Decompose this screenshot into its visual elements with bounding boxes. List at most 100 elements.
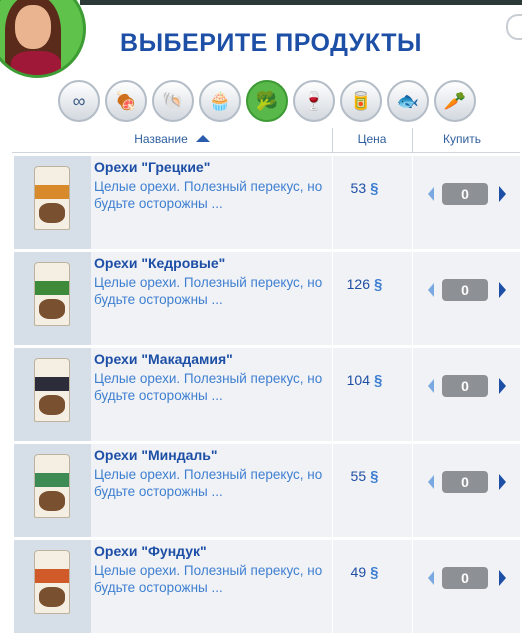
vegetables-icon: 🥦 [255, 90, 279, 111]
column-divider [412, 348, 413, 441]
sort-ascending-icon [195, 135, 210, 142]
category-button[interactable]: 🍷 [293, 80, 335, 122]
table-header: Название Цена Купить [12, 128, 520, 153]
quantity-field[interactable]: 0 [442, 375, 488, 397]
increase-quantity-button[interactable] [499, 186, 506, 202]
product-name: Орехи "Фундук" [94, 543, 207, 559]
can-icon: 🥫 [349, 90, 373, 111]
simoleon-icon: § [374, 372, 383, 389]
product-row[interactable]: Орехи "Миндаль" Целые орехи. Полезный пер… [14, 444, 520, 537]
product-row[interactable]: Орехи "Грецкие" Целые орехи. Полезный пер… [14, 156, 520, 249]
category-button[interactable]: 🥫 [340, 80, 382, 122]
decrease-quantity-button[interactable] [428, 475, 434, 489]
product-row[interactable]: Орехи "Фундук" Целые орехи. Полезный пере… [14, 540, 520, 633]
product-description: Целые орехи. Полезный перекус, но будьте… [94, 179, 323, 211]
simoleon-icon: § [370, 564, 379, 581]
column-divider [412, 156, 413, 249]
price-value: 126 [346, 276, 370, 292]
product-name: Орехи "Кедровые" [94, 255, 226, 271]
nuts-image [39, 491, 65, 511]
column-divider [412, 540, 413, 633]
category-button[interactable]: 🍖 [105, 80, 147, 122]
product-price: 55 § [332, 468, 397, 485]
column-divider [332, 348, 333, 441]
package-band [35, 473, 69, 487]
column-divider [332, 444, 333, 537]
product-description: Целые орехи. Полезный перекус, но будьте… [94, 275, 323, 307]
category-button[interactable]: 🐚 [152, 80, 194, 122]
package-band [35, 377, 69, 391]
decrease-quantity-button[interactable] [428, 379, 434, 393]
category-bar: ∞ 🍖 🐚 🧁 🥦 🍷 🥫 🐟 🥕 [58, 80, 488, 124]
product-image [14, 252, 91, 345]
price-value: 49 [350, 564, 367, 580]
product-description: Целые орехи. Полезный перекус, но будьте… [94, 371, 323, 403]
product-description: Целые орехи. Полезный перекус, но будьте… [94, 563, 323, 595]
increase-quantity-button[interactable] [499, 282, 506, 298]
category-button[interactable]: 🧁 [199, 80, 241, 122]
quantity-stepper: 0 [426, 375, 506, 397]
product-row[interactable]: Орехи "Макадамия" Целые орехи. Полезный п… [14, 348, 520, 441]
column-header-price-label: Цена [357, 132, 387, 146]
quantity-field[interactable]: 0 [442, 279, 488, 301]
increase-quantity-button[interactable] [499, 474, 506, 490]
nuts-image [39, 203, 65, 223]
decrease-quantity-button[interactable] [428, 187, 434, 201]
product-image [14, 444, 91, 537]
product-price: 126 § [332, 276, 397, 293]
carrot-icon: 🥕 [443, 90, 467, 111]
close-tab-button[interactable] [506, 14, 522, 40]
column-divider [332, 540, 333, 633]
category-button[interactable]: ∞ [58, 80, 100, 122]
product-row[interactable]: Орехи "Кедровые" Целые орехи. Полезный пе… [14, 252, 520, 345]
category-button[interactable]: 🥦 [246, 80, 288, 122]
simoleon-icon: § [374, 276, 383, 293]
column-divider [332, 252, 333, 345]
quantity-stepper: 0 [426, 471, 506, 493]
fish-icon: 🐟 [396, 90, 420, 111]
simoleon-icon: § [370, 180, 379, 197]
product-price: 53 § [332, 180, 397, 197]
column-header-name[interactable]: Название [12, 128, 332, 152]
quantity-stepper: 0 [426, 183, 506, 205]
product-name: Орехи "Макадамия" [94, 351, 233, 367]
package-band [35, 281, 69, 295]
quantity-field[interactable]: 0 [442, 183, 488, 205]
column-divider [412, 252, 413, 345]
product-name: Орехи "Миндаль" [94, 447, 218, 463]
increase-quantity-button[interactable] [499, 570, 506, 586]
package-band [35, 569, 69, 583]
product-name: Орехи "Грецкие" [94, 159, 211, 175]
simoleon-icon: § [370, 468, 379, 485]
product-image [14, 540, 91, 633]
nut-package-image [34, 358, 70, 422]
decrease-quantity-button[interactable] [428, 283, 434, 297]
quantity-field[interactable]: 0 [442, 567, 488, 589]
column-header-price[interactable]: Цена [332, 128, 412, 152]
price-value: 53 [350, 180, 367, 196]
product-description: Целые орехи. Полезный перекус, но будьте… [94, 467, 323, 499]
price-value: 104 [346, 372, 370, 388]
package-band [35, 185, 69, 199]
wine-glass-icon: 🍷 [302, 90, 326, 111]
category-button[interactable]: 🥕 [434, 80, 476, 122]
nuts-image [39, 395, 65, 415]
increase-quantity-button[interactable] [499, 378, 506, 394]
column-header-buy: Купить [412, 128, 512, 152]
quantity-field[interactable]: 0 [442, 471, 488, 493]
quantity-stepper: 0 [426, 567, 506, 589]
category-button[interactable]: 🐟 [387, 80, 429, 122]
decrease-quantity-button[interactable] [428, 571, 434, 585]
nut-package-image [34, 262, 70, 326]
column-divider [412, 444, 413, 537]
price-value: 55 [350, 468, 367, 484]
nuts-image [39, 587, 65, 607]
seafood-shell-icon: 🐚 [161, 90, 185, 111]
top-bar [80, 0, 522, 5]
nut-package-image [34, 454, 70, 518]
product-price: 104 § [332, 372, 397, 389]
product-image [14, 156, 91, 249]
meat-icon: 🍖 [114, 90, 138, 111]
product-image [14, 348, 91, 441]
column-divider [332, 156, 333, 249]
